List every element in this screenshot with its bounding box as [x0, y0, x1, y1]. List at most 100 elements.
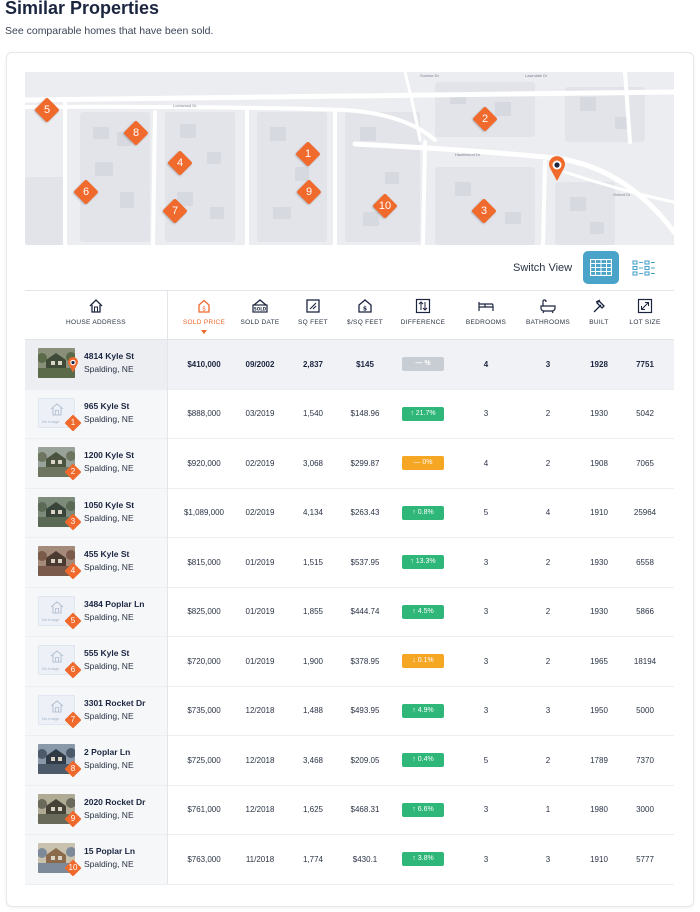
difference-badge: ↑ 4.9%: [402, 703, 444, 718]
property-address[interactable]: 4814 Kyle St: [84, 351, 134, 361]
cell-lot: 5000: [619, 687, 671, 736]
map-marker-4[interactable]: 4: [167, 150, 193, 176]
col-header-sold-date[interactable]: SOLD SOLD DATE: [231, 291, 289, 341]
cell-value: 1,515: [302, 557, 324, 567]
row-marker-4: 4: [64, 562, 82, 580]
cell-sqft: 1,774: [287, 835, 339, 884]
subject-location-pin-icon: [67, 357, 79, 378]
property-address[interactable]: 3484 Poplar Ln: [84, 599, 144, 609]
table-row[interactable]: 82 Poplar Ln Spalding, NE $725,000 12/2018 3…: [25, 736, 674, 786]
map-marker-1[interactable]: 1: [295, 141, 321, 167]
property-address[interactable]: 15 Poplar Ln: [84, 846, 135, 856]
col-header-price-per-sqft[interactable]: $ $/SQ FEET: [337, 291, 393, 341]
cell-value: 5000: [636, 706, 654, 716]
map-marker-2[interactable]: 2: [472, 106, 498, 132]
cell-value: $761,000: [187, 805, 221, 815]
table-row[interactable]: No Image 6 555 Kyle St Spalding, NE $720,000…: [25, 637, 674, 687]
cell-ppsf: $444.74: [337, 588, 393, 637]
map-marker-3[interactable]: 3: [471, 198, 497, 224]
cell-date: 03/2019: [231, 390, 289, 439]
difference-badge: — 0%: [402, 456, 444, 471]
property-address[interactable]: 1050 Kyle St: [84, 500, 134, 510]
switch-view-label: Switch View: [513, 262, 573, 274]
cell-value: 01/2019: [245, 607, 275, 617]
property-address[interactable]: 3301 Rocket Dr: [84, 698, 145, 708]
table-row[interactable]: No Image 5 3484 Poplar Ln Spalding, NE $825,…: [25, 587, 674, 637]
cell-value: 25964: [633, 508, 657, 518]
property-address[interactable]: 555 Kyle St: [84, 648, 129, 658]
cell-price: $761,000: [175, 786, 233, 835]
cell-value: 02/2019: [245, 458, 275, 468]
cell-baths: 4: [517, 489, 579, 538]
cell-price: $720,000: [175, 637, 233, 686]
comparables-map[interactable]: Sunrise Dr Lawndale Dr Lochwood Dr Hazel…: [25, 72, 674, 245]
table-row[interactable]: No Image 7 3301 Rocket Dr Spalding, NE $735,…: [25, 686, 674, 736]
property-address[interactable]: 455 Kyle St: [84, 549, 129, 559]
property-address[interactable]: 2020 Rocket Dr: [84, 797, 145, 807]
cell-ppsf: $148.96: [337, 390, 393, 439]
cell-value: $410,000: [187, 359, 221, 369]
table-row[interactable]: 2 1200 Kyle St Spalding, NE $920,000 02/2019…: [25, 439, 674, 489]
col-header-bedrooms[interactable]: BEDROOMS: [457, 291, 515, 341]
bathtub-icon: [540, 299, 556, 314]
cell-value: 4: [483, 359, 489, 369]
property-city: Spalding, NE: [84, 512, 134, 523]
subject-location-pin-icon[interactable]: [548, 156, 566, 182]
cell-value: 6558: [636, 557, 654, 567]
col-header-difference[interactable]: DIFFERENCE: [395, 291, 451, 341]
cell-value: 7751: [636, 359, 654, 369]
col-header-built[interactable]: BUILT: [581, 291, 617, 341]
cell-value: $725,000: [187, 755, 221, 765]
map-marker-7[interactable]: 7: [162, 198, 188, 224]
street-label: Lochwood Dr: [173, 103, 197, 108]
property-address[interactable]: 2 Poplar Ln: [84, 747, 130, 757]
cell-diff: ↑ 6.6%: [395, 786, 451, 835]
table-row[interactable]: No Image 1 965 Kyle St Spalding, NE $888,000…: [25, 389, 674, 439]
no-image-label: No Image: [42, 666, 60, 671]
cell-value: 12/2018: [245, 755, 275, 765]
cell-value: 1930: [590, 409, 608, 419]
table-row[interactable]: 4 455 Kyle St Spalding, NE $815,000 01/2019 1…: [25, 538, 674, 588]
map-marker-8[interactable]: 8: [123, 120, 149, 146]
no-image-label: No Image: [42, 418, 60, 424]
cell-value: 4: [545, 508, 551, 518]
cell-built: 1930: [581, 538, 617, 587]
cell-value: 1910: [590, 854, 608, 864]
table-row[interactable]: 10 15 Poplar Ln Spalding, NE $763,000 11/201…: [25, 835, 674, 885]
map-marker-5[interactable]: 5: [34, 97, 60, 123]
card-view-button[interactable]: [625, 251, 661, 284]
property-address[interactable]: 965 Kyle St: [84, 401, 129, 411]
map-marker-9[interactable]: 9: [296, 179, 322, 205]
cell-value: 2: [545, 755, 551, 765]
cell-date: 11/2018: [231, 835, 289, 884]
subject-property-row[interactable]: 4814 Kyle St Spalding, NE $410,000 09/2002 2…: [25, 340, 674, 390]
cell-value: 3,468: [302, 755, 324, 765]
table-row[interactable]: 3 1050 Kyle St Spalding, NE $1,089,000 02/20…: [25, 488, 674, 538]
cell-value: 11/2018: [245, 854, 275, 864]
cell-beds: 3: [457, 687, 515, 736]
cell-value: 3: [483, 805, 489, 815]
cell-built: 1950: [581, 687, 617, 736]
col-header-bathrooms[interactable]: BATHROOMS: [517, 291, 579, 341]
cell-sqft: 1,540: [287, 390, 339, 439]
map-marker-10[interactable]: 10: [372, 193, 398, 219]
table-row[interactable]: 9 2020 Rocket Dr Spalding, NE $761,000 12/20…: [25, 785, 674, 835]
cell-lot: 6558: [619, 538, 671, 587]
cell-value: 5: [483, 755, 489, 765]
property-address[interactable]: 1200 Kyle St: [84, 450, 134, 460]
map-marker-6[interactable]: 6: [73, 179, 99, 205]
col-header-lot-size[interactable]: LOT SIZE: [619, 291, 671, 341]
col-header-sq-feet[interactable]: SQ FEET: [287, 291, 339, 341]
col-header-address[interactable]: HOUSE ADDRESS: [25, 291, 167, 341]
cell-date: 12/2018: [231, 736, 289, 785]
sold-sign-icon: SOLD: [252, 299, 268, 313]
svg-text:$: $: [202, 306, 206, 313]
cell-value: 1928: [590, 359, 608, 369]
row-marker-8: 8: [64, 760, 82, 778]
property-city: Spalding, NE: [84, 364, 134, 374]
cell-diff: ↑ 3.8%: [395, 835, 451, 884]
col-header-sold-price[interactable]: $ SOLD PRICE: [175, 291, 233, 341]
cell-built: 1910: [581, 835, 617, 884]
grid-view-button[interactable]: [583, 251, 619, 284]
cell-value: 2: [545, 557, 551, 567]
